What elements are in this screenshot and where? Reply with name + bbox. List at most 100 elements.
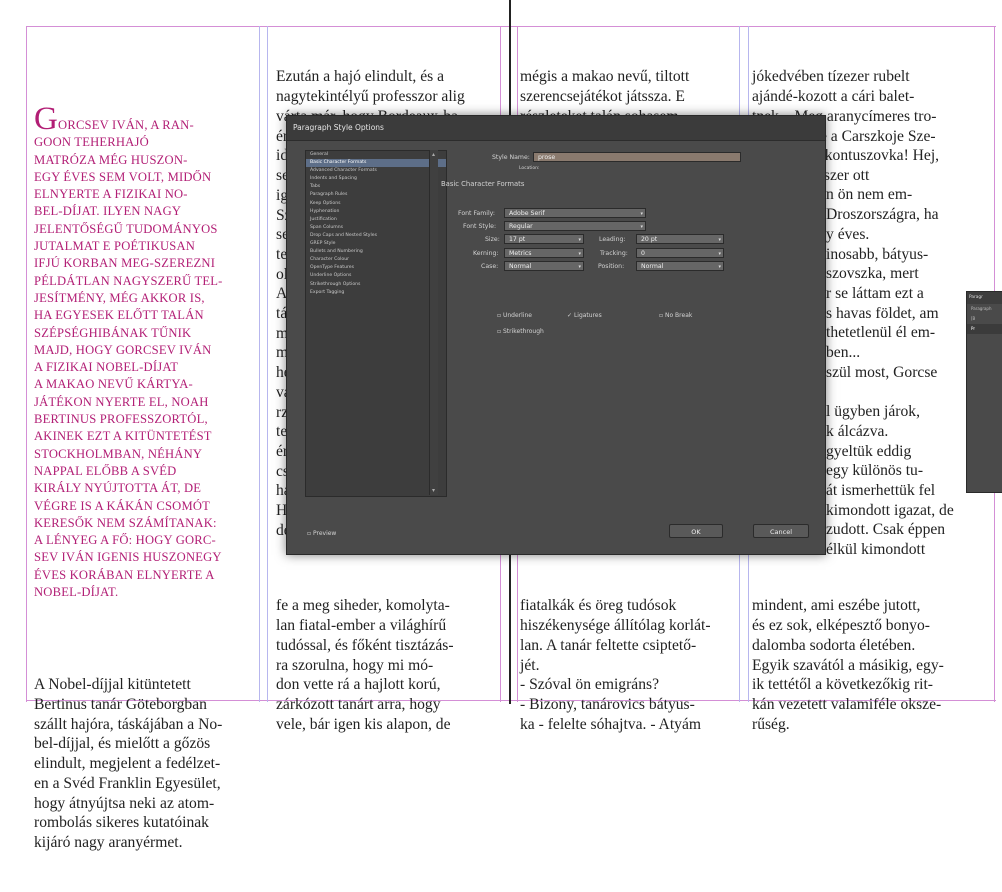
text-fragment: r se láttam ezt a [826,284,924,302]
category-item[interactable]: Paragraph Rules [306,191,446,199]
category-item[interactable]: Underline Options [306,272,446,280]
category-item[interactable]: GREP Style [306,240,446,248]
text-fragment: ben... [826,344,861,362]
cancel-button[interactable]: Cancel [753,524,809,538]
caps-line: BEL-DÍJAT. ILYEN NAGY [34,204,182,219]
category-item[interactable]: Hyphenation [306,208,446,216]
text-fragment: szovszka, mert [826,265,919,283]
caps-line: EGY ÉVES SEM VOLT, MIDŐN [34,169,212,184]
top-margin-guide [26,26,996,27]
category-item[interactable]: Keep Options [306,200,446,208]
caps-line: GORCSEV IVÁN, A RAN- [34,101,223,137]
category-item[interactable]: Bullets and Numbering [306,248,446,256]
ligatures-checkbox[interactable]: ✓ Ligatures [567,312,602,319]
category-item[interactable]: Export Tagging [306,289,446,297]
text-line: kijáró nagy aranyérmet. [34,833,183,851]
case-dropdown[interactable]: Normal ▾ [504,261,584,271]
font-style-dropdown[interactable]: Regular ▾ [504,221,646,231]
panel-item-selected[interactable]: Pr [967,324,1002,334]
kerning-dropdown[interactable]: Metrics ▾ [504,248,584,258]
text-line: nagytekintélyű professzor alig [276,88,465,106]
section-title: Basic Character Formats [441,180,525,188]
text-column-2-bottom: fe a meg siheder, komolyta-lan fiatal-em… [276,557,454,774]
caps-line: NOBEL-DÍJAT. [34,585,119,600]
size-field[interactable]: 17 pt ▾ [504,234,584,244]
category-item[interactable]: Basic Character Formats [306,159,446,168]
column-2-bottom: fe a meg siheder, komolyta-lan fiatal-em… [276,596,454,734]
category-item[interactable]: Indents and Spacing [306,175,446,183]
text-fragment: zudott. Csak éppen [826,521,946,539]
category-list[interactable]: General Basic Character Formats Advanced C… [305,150,447,497]
no-break-checkbox[interactable]: ▫ No Break [659,312,692,319]
preview-checkbox[interactable]: ▫ Preview [307,530,336,537]
category-item[interactable]: Advanced Character Formats [306,167,446,175]
caps-line: JESÍTMÉNY, MÉG AKKOR IS, [34,290,205,305]
chevron-down-icon: ▾ [718,264,721,270]
text-fragment: y éves. [826,225,870,243]
column-4-fragments: n ön nem em- Droszországra, ha y éves. inos… [826,185,954,559]
caps-line: AKINEK EZT A KITÜNTETÉST [34,429,212,444]
strikethrough-checkbox[interactable]: ▫ Strikethrough [497,328,544,335]
text-line: ra szorulna, hogy mi mó- [276,656,434,674]
chevron-down-icon: ▾ [578,264,581,270]
category-item[interactable]: Justification [306,216,446,224]
category-item[interactable]: Strikethrough Options [306,281,446,289]
font-family-dropdown[interactable]: Adobe Serif ▾ [504,208,646,218]
category-scrollbar[interactable]: ▴ ▾ [429,150,438,495]
caps-line: SZÉPSÉGHIBÁNAK TŰNIK [34,325,192,340]
leading-field[interactable]: 20 pt ▾ [636,234,724,244]
caps-line: JÁTÉKON NYERTE EL, NOAH [34,394,209,409]
text-line: dalomba sodorta életében. [752,636,916,654]
dialog-title[interactable]: Paragraph Style Options [287,116,825,141]
position-dropdown[interactable]: Normal ▾ [636,261,724,271]
scroll-down-icon[interactable]: ▾ [432,487,435,494]
position-value: Normal [641,263,664,270]
paragraph-styles-panel[interactable]: Paragr Paragraph [B Pr [966,291,1002,493]
ok-button[interactable]: OK [669,524,723,538]
panel-item[interactable]: Paragraph [967,304,1002,314]
caps-line: SEV IVÁN IGENIS HUSZONEGY [34,550,222,565]
panel-item[interactable]: [B [967,314,1002,324]
text-line: hogy átnyújtsa neki az atom- [34,794,215,812]
text-fragment: thetetlenül él em- [826,324,936,342]
category-item[interactable]: OpenType Features [306,264,446,272]
text-fragment: s havas földet, am [826,304,939,322]
left-margin-guide [26,26,27,702]
text-column-3-bottom: fiatalkák és öreg tudósok hiszékenysége á… [520,557,711,774]
text-column-1[interactable]: GORCSEV IVÁN, A RAN- GOON TEHERHAJÓ MATRÓZ… [34,30,223,892]
text-line: fiatalkák és öreg tudósok [520,597,677,615]
caps-line: KIRÁLY NYÚJTOTTA ÁT, DE [34,481,202,496]
style-name-field[interactable]: prose [533,152,741,162]
caps-line: PÉLDÁTLAN NAGYSZERŰ TEL- [34,273,223,288]
category-item[interactable]: General [306,151,446,159]
text-line: rűség. [752,715,790,733]
category-item[interactable]: Character Colour [306,256,446,264]
text-line: Egyik szavától a másikig, egy- [752,656,944,674]
chevron-down-icon: ▾ [640,224,643,230]
tracking-field[interactable]: 0 ▾ [636,248,724,258]
body-paragraph: A Nobel-díjjal kitüntetett Bertinus tanár… [34,675,223,852]
category-item[interactable]: Drop Caps and Nested Styles [306,232,446,240]
text-line: don vette rá a hajlott korú, [276,676,441,694]
caps-line: STOCKHOLMBAN, NÉHÁNY [34,446,203,461]
column-guide [267,26,268,702]
category-item[interactable]: Tabs [306,183,446,191]
case-value: Normal [509,263,532,270]
paragraph-style-options-dialog[interactable]: Paragraph Style Options General Basic Cha… [286,115,826,555]
caps-line: BERTINUS PROFESSZORTÓL, [34,412,208,427]
case-label: Case: [481,263,499,270]
panel-title[interactable]: Paragr [967,292,1002,304]
category-item[interactable]: Span Columns [306,224,446,232]
drop-cap: G [34,101,59,137]
chevron-down-icon: ▾ [718,251,721,257]
underline-checkbox[interactable]: ▫ Underline [497,312,532,319]
column-guide [259,26,260,702]
caps-line: A LÉNYEG A FŐ: HOGY GORC- [34,533,216,548]
chevron-down-icon: ▾ [718,237,721,243]
text-line: szállt hajóra, táskájában a No- [34,715,223,733]
checkmark-icon: ✓ [567,312,574,319]
font-family-label: Font Family: [458,210,495,217]
scroll-up-icon[interactable]: ▴ [432,151,435,158]
caps-line: ELNYERTE A FIZIKAI NO- [34,187,188,202]
text-line: ka - felelte sóhajtva. - Atyám [520,715,701,733]
